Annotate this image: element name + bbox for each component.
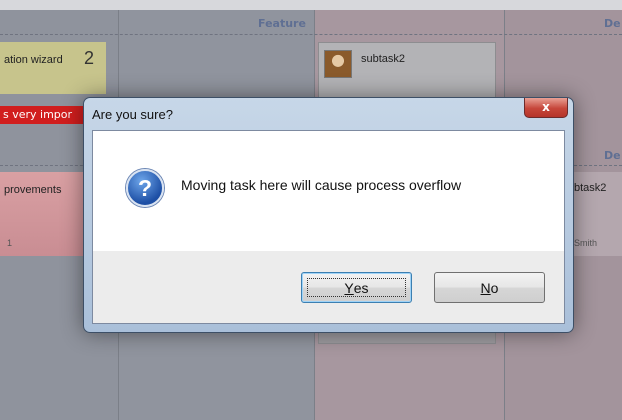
focus-rectangle xyxy=(307,278,406,297)
task-card-improvements[interactable]: provements 1 xyxy=(0,172,84,256)
no-mnemonic: N xyxy=(480,279,491,296)
task-card-title: btask2 xyxy=(574,182,607,194)
close-icon: x xyxy=(542,100,550,114)
no-button[interactable]: No xyxy=(434,272,545,303)
dialog-message-area: ? Moving task here will cause process ov… xyxy=(93,131,564,251)
column-header-de: De xyxy=(604,149,621,162)
dialog-message: Moving task here will cause process over… xyxy=(181,177,462,193)
task-card-subtask[interactable]: subtask2 xyxy=(318,42,496,104)
no-label: o xyxy=(490,279,499,296)
board-top-strip xyxy=(0,0,622,10)
column-header-feature: Feature xyxy=(258,17,306,30)
question-icon: ? xyxy=(126,169,164,207)
task-card-title: provements xyxy=(4,184,62,196)
task-card-wizard[interactable]: ation wizard 2 xyxy=(0,42,106,94)
task-card-assignee: Smith xyxy=(574,238,598,248)
important-label-text: s very impor xyxy=(3,108,73,121)
yes-button[interactable]: Yes xyxy=(301,272,412,303)
task-card-title: subtask2 xyxy=(361,53,406,65)
dialog-title: Are you sure? xyxy=(92,107,173,122)
close-button[interactable]: x xyxy=(524,98,568,118)
task-card-subtask-right[interactable]: btask2 Smith xyxy=(566,172,622,256)
task-card-count: 1 xyxy=(7,238,13,248)
task-card-title: ation wizard xyxy=(4,54,63,66)
dialog-client-area: ? Moving task here will cause process ov… xyxy=(92,130,565,324)
task-card-count: 2 xyxy=(84,48,95,68)
important-label: s very impor xyxy=(0,106,90,124)
lane-divider xyxy=(0,34,622,35)
column-header-de: De xyxy=(604,17,621,30)
confirm-dialog: Are you sure? x ? Moving task here will … xyxy=(83,97,574,333)
avatar xyxy=(324,50,352,78)
